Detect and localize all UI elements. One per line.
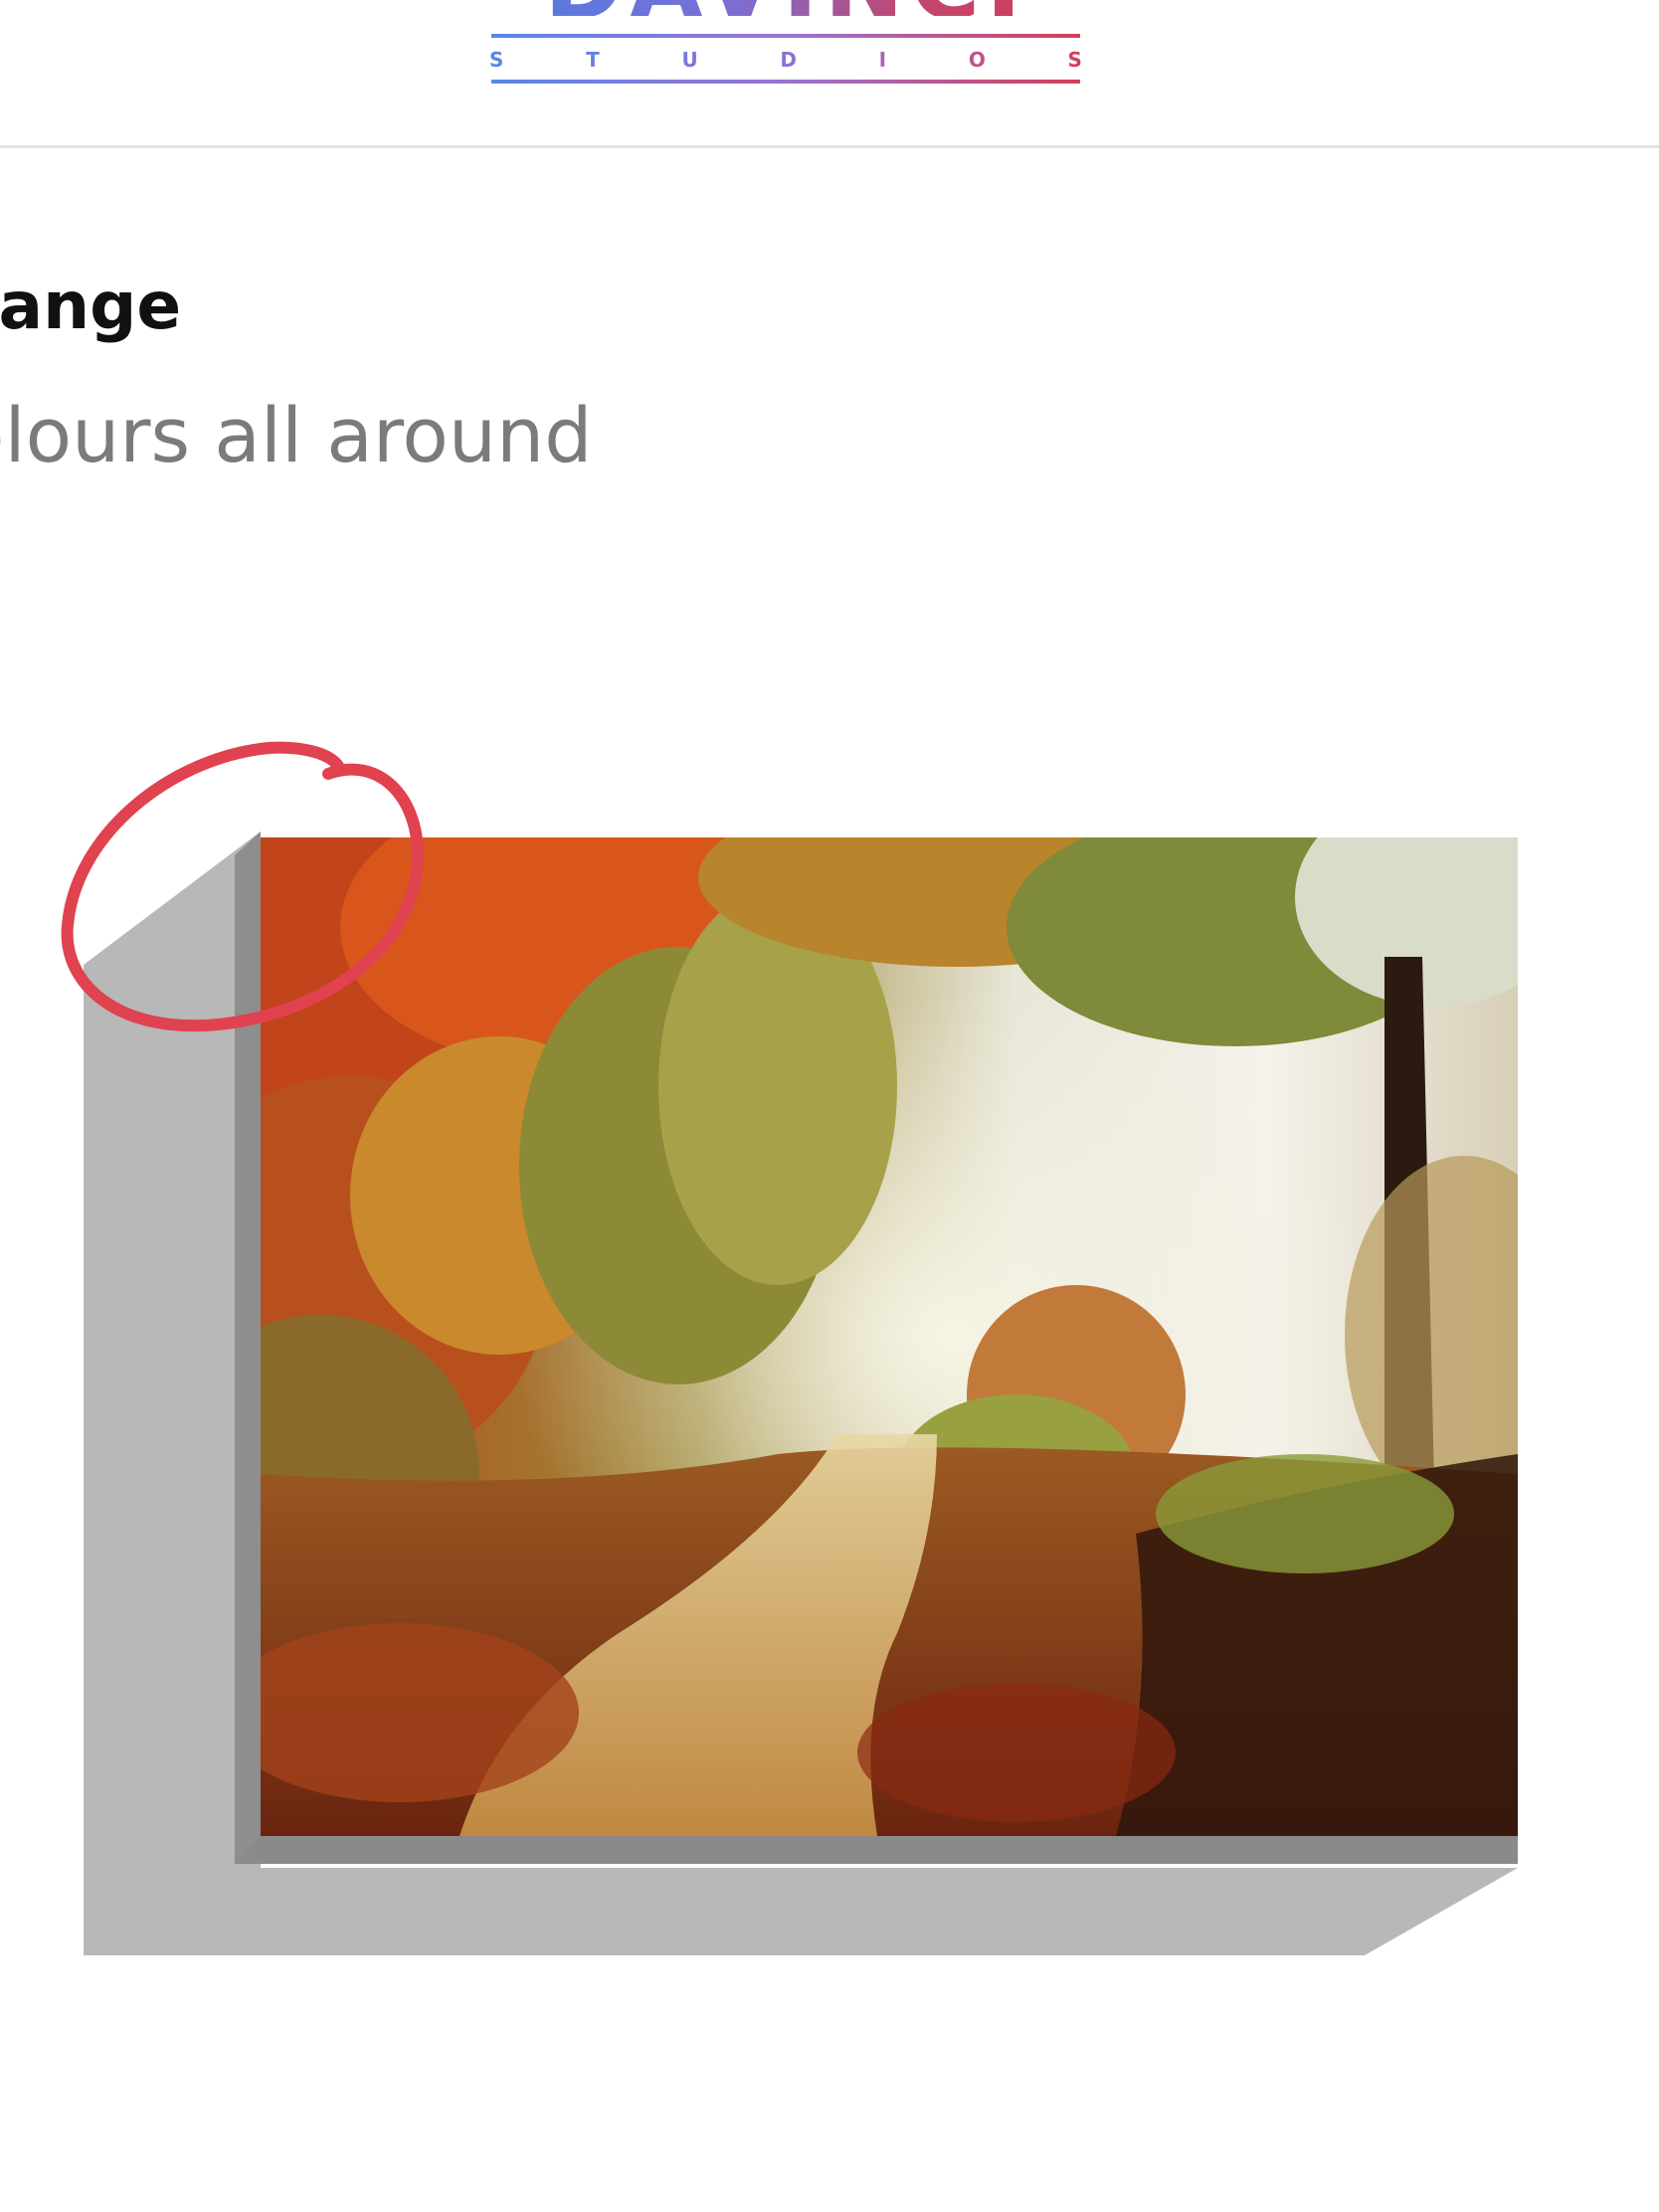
annotation-stroke <box>61 741 425 1032</box>
red-circle-annotation-icon <box>61 741 425 1032</box>
canvas-print-preview <box>0 0 1659 2212</box>
